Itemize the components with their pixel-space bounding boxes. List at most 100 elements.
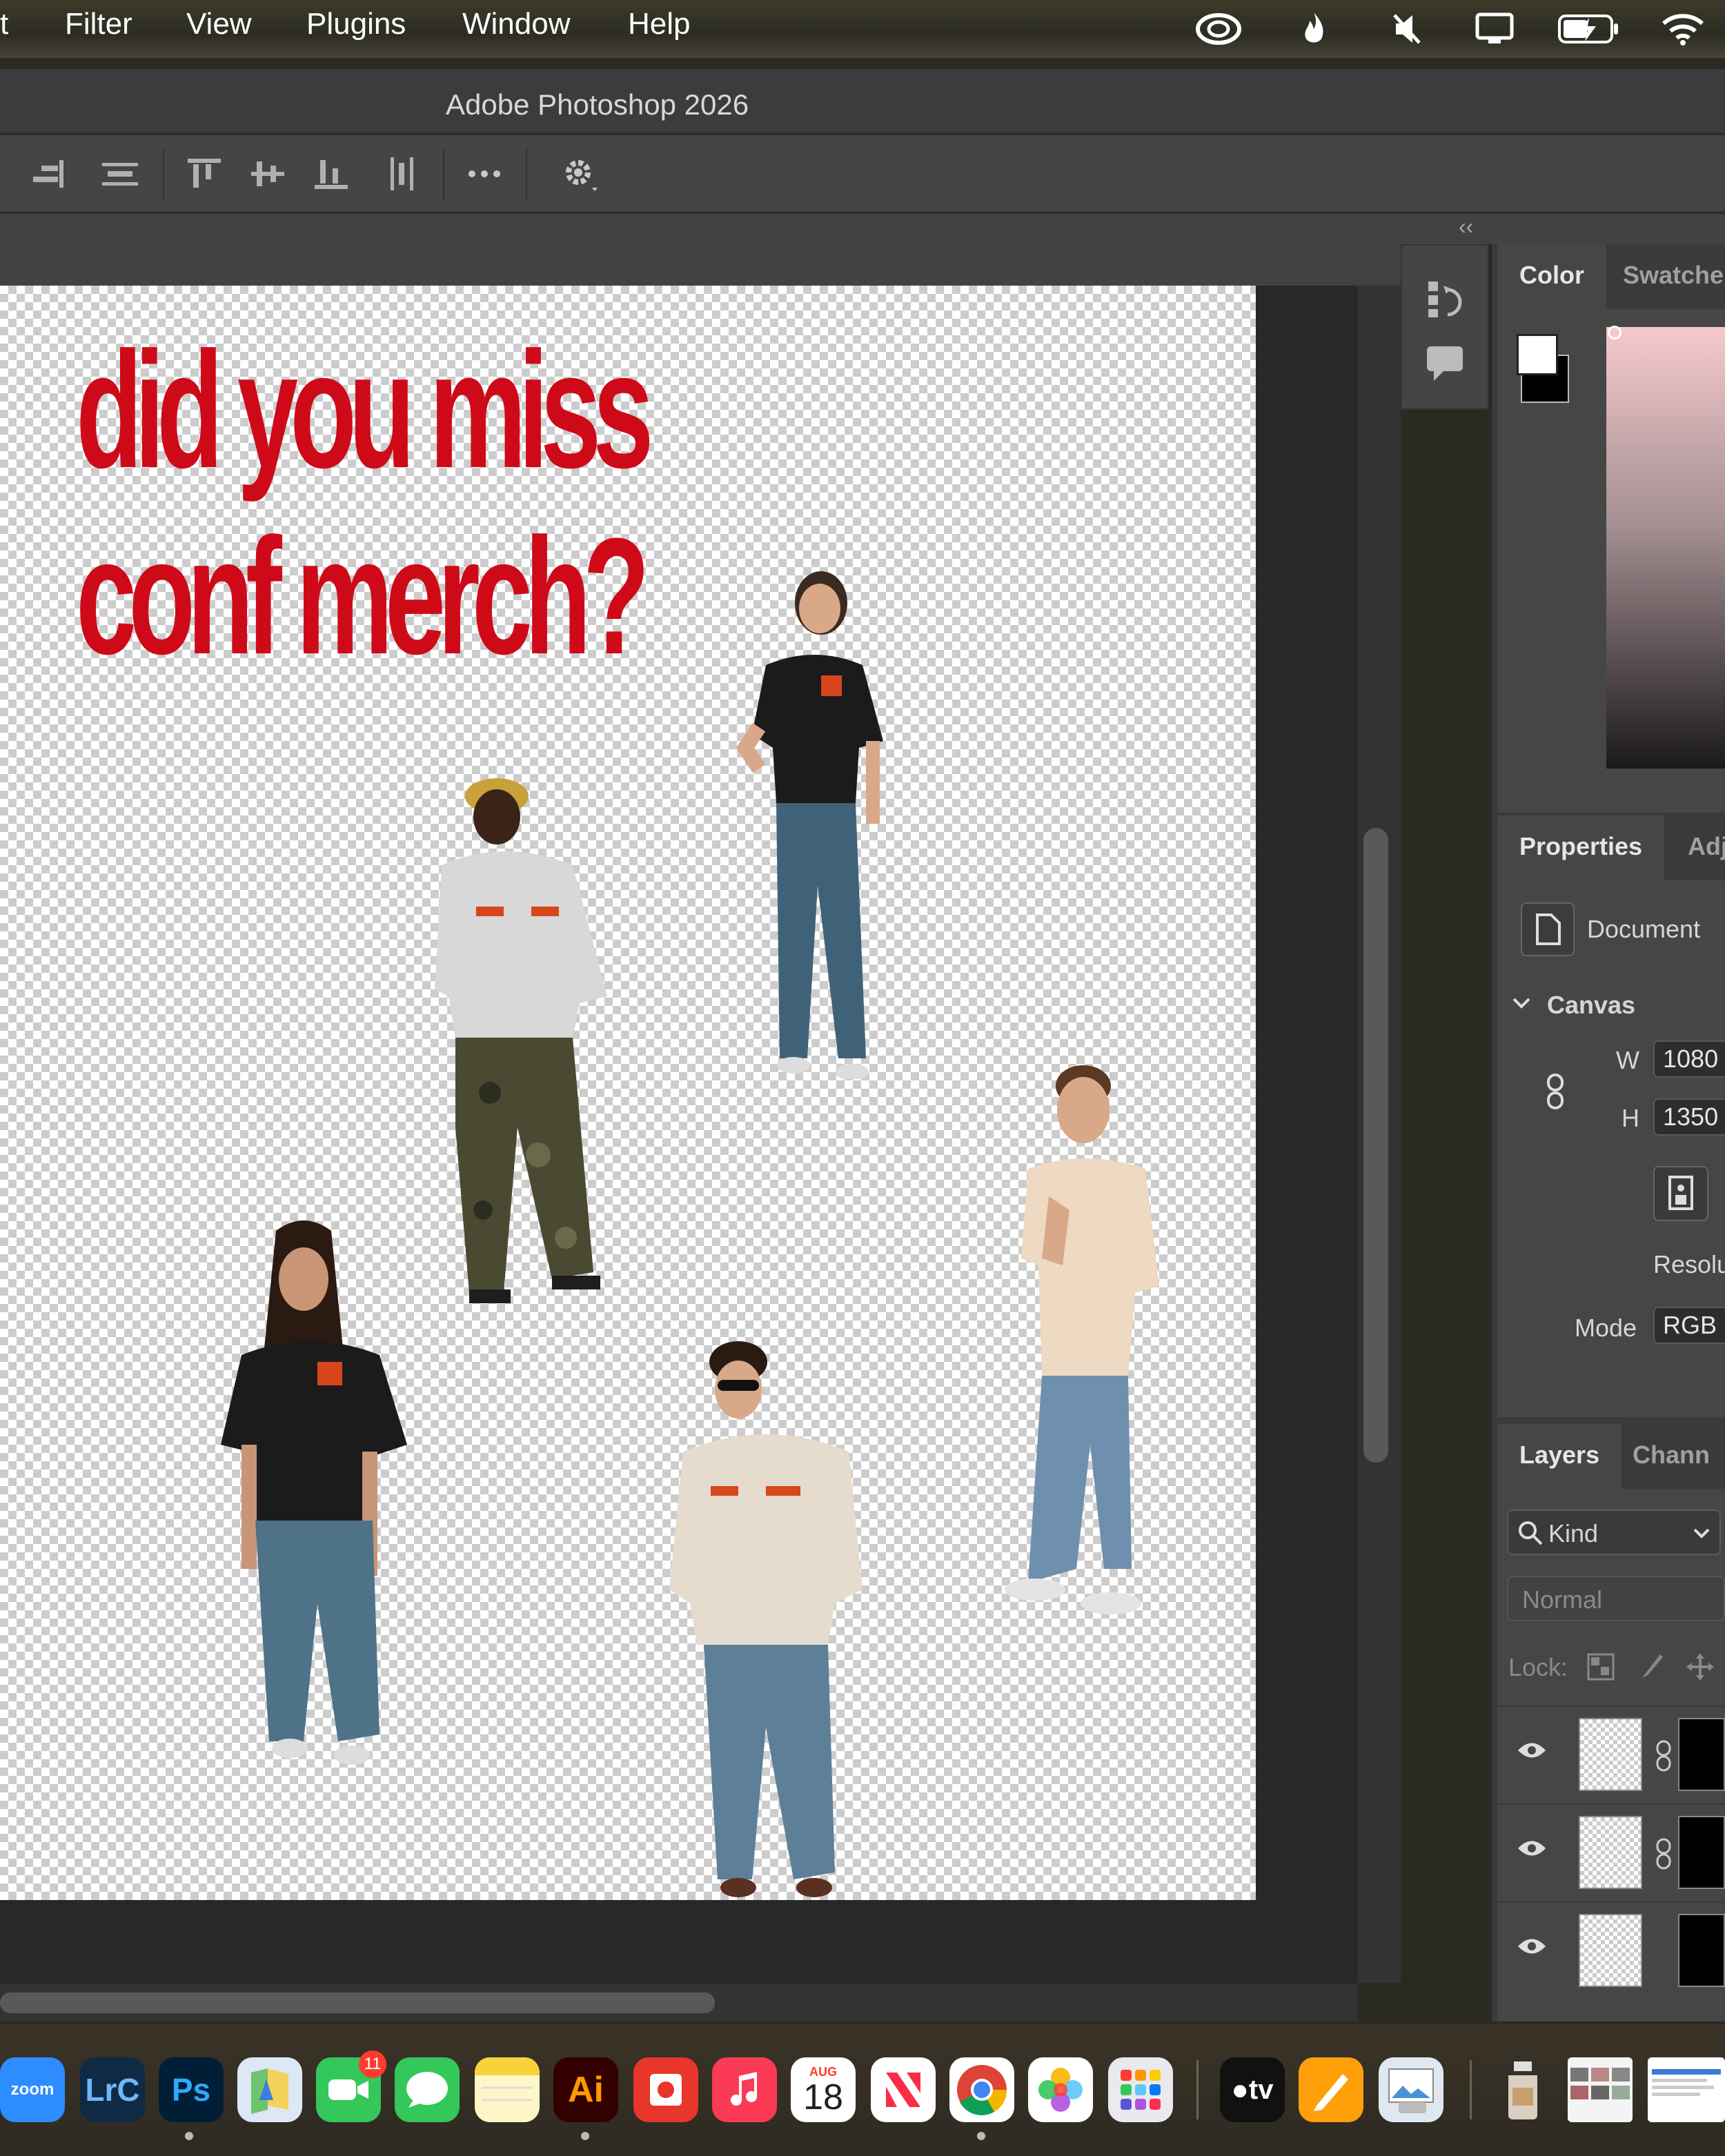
headline-line-1: did you miss [76, 317, 654, 502]
wifi-icon[interactable] [1659, 10, 1707, 48]
tab-swatches[interactable]: Swatche [1601, 244, 1725, 309]
align-bottom-edges-icon[interactable] [309, 152, 353, 196]
document-canvas[interactable]: did you miss conf merch? [0, 286, 1256, 1900]
comments-icon[interactable] [1423, 339, 1468, 388]
menu-item-help[interactable]: Help [628, 7, 691, 41]
orientation-portrait-icon[interactable] [1653, 1166, 1708, 1221]
blend-mode-select[interactable]: Normal [1507, 1576, 1725, 1621]
dock-separator [1196, 2060, 1199, 2119]
canvas-section-toggle[interactable] [1510, 991, 1533, 1020]
layer-thumbnail [1579, 1816, 1642, 1889]
menu-item-filter[interactable]: Filter [65, 7, 132, 41]
photoshop-app-icon[interactable]: Ps [159, 2057, 224, 2122]
eye-icon[interactable] [1517, 1838, 1547, 1862]
launchpad-app-icon[interactable] [1108, 2057, 1173, 2122]
lock-position-icon[interactable] [1685, 1652, 1715, 1685]
news-app-icon[interactable] [871, 2057, 936, 2122]
foreground-color-swatch[interactable] [1517, 334, 1558, 375]
photos-app-icon[interactable] [1028, 2057, 1093, 2122]
downloads-stack-icon[interactable] [1490, 2057, 1555, 2122]
history-icon[interactable] [1423, 276, 1468, 325]
color-picker-field[interactable] [1606, 327, 1725, 769]
blend-mode-value: Normal [1522, 1585, 1603, 1614]
apple-logo-icon: ● [1231, 2073, 1249, 2106]
zoom-app-icon[interactable]: zoom [0, 2057, 65, 2122]
menu-item-plugins[interactable]: Plugins [306, 7, 406, 41]
vertical-scrollbar-thumb[interactable] [1363, 828, 1388, 1463]
maps-app-icon[interactable] [237, 2057, 302, 2122]
tab-color[interactable]: Color [1497, 244, 1606, 309]
color-picker-handle[interactable] [1608, 326, 1621, 339]
display-icon[interactable] [1474, 10, 1515, 48]
gear-icon[interactable] [558, 152, 602, 196]
tab-properties[interactable]: Properties [1497, 815, 1665, 880]
lock-image-pixels-icon[interactable] [1635, 1652, 1666, 1685]
separator [443, 148, 444, 201]
lightroom-classic-app-icon[interactable]: LrC [80, 2057, 145, 2122]
window-title: Adobe Photoshop 2026 [446, 88, 749, 121]
layer-mask-link-icon[interactable] [1653, 1739, 1674, 1777]
panel-collapse-bar: ‹‹ [1401, 214, 1725, 244]
layer-row[interactable] [1497, 1705, 1725, 1801]
title-bar: Adobe Photoshop 2026 [0, 69, 1725, 134]
flame-icon[interactable] [1300, 10, 1328, 48]
layer-row[interactable] [1497, 1901, 1725, 1997]
layer-filter-label: Kind [1548, 1519, 1599, 1547]
lock-label: Lock: [1508, 1653, 1568, 1681]
distribute-horizontal-icon[interactable] [98, 152, 142, 196]
canvas-section-title: Canvas [1547, 991, 1636, 1019]
photo-booth-app-icon[interactable] [633, 2057, 698, 2122]
tab-channels[interactable]: Chann [1610, 1424, 1725, 1489]
menu-item-window[interactable]: Window [462, 7, 571, 41]
options-bar [0, 135, 1725, 212]
eye-icon[interactable] [1517, 1740, 1547, 1764]
illustrator-app-label: Ai [568, 2070, 604, 2110]
tab-adjustments[interactable]: Adj [1666, 815, 1725, 880]
layer-mask-thumbnail [1678, 1914, 1725, 1987]
menu-item-view[interactable]: View [186, 7, 252, 41]
layer-mask-link-icon[interactable] [1653, 1837, 1674, 1875]
chrome-app-icon[interactable] [949, 2057, 1014, 2122]
more-icon[interactable] [462, 152, 506, 196]
creative-cloud-icon[interactable] [1194, 10, 1243, 48]
notes-app-icon[interactable] [475, 2057, 540, 2122]
width-label: W [1616, 1046, 1639, 1074]
collapse-panels-icon[interactable]: ‹‹ [1459, 214, 1473, 239]
layer-filter-select[interactable]: Kind [1507, 1510, 1721, 1555]
properties-panel: Properties Adj Document Canvas W 1080 H … [1497, 815, 1725, 1417]
preview-app-icon[interactable] [1379, 2057, 1443, 2122]
pages-app-icon[interactable] [1299, 2057, 1363, 2122]
chevron-down-icon [1690, 1522, 1713, 1547]
align-vertical-centers-icon[interactable] [246, 152, 290, 196]
apple-tv-app-icon[interactable]: ● tv [1220, 2057, 1285, 2122]
mode-select[interactable]: RGB [1653, 1307, 1725, 1344]
color-panel: Color Swatche [1497, 244, 1725, 813]
eye-icon[interactable] [1517, 1936, 1547, 1960]
illustrator-app-icon[interactable]: Ai [553, 2057, 618, 2122]
headline-line-2: conf merch? [76, 504, 650, 689]
canvas-height-field[interactable]: 1350 [1653, 1098, 1725, 1136]
person-cutout-woman-glasses [736, 571, 883, 1079]
running-indicator [581, 2132, 589, 2140]
align-top-edges-icon[interactable] [182, 152, 226, 196]
distribute-vertical-icon[interactable] [379, 152, 424, 196]
link-dimensions-icon[interactable] [1543, 1071, 1568, 1116]
color-panel-tabs: Color Swatche [1497, 244, 1725, 309]
calendar-app-icon[interactable]: AUG 18 [791, 2057, 856, 2122]
music-app-icon[interactable] [712, 2057, 777, 2122]
horizontal-scrollbar-thumb[interactable] [0, 1992, 715, 2013]
battery-icon [1557, 10, 1620, 48]
mute-icon[interactable] [1391, 10, 1423, 48]
layer-row[interactable] [1497, 1803, 1725, 1899]
mode-label: Mode [1575, 1314, 1637, 1342]
running-indicator [185, 2132, 193, 2140]
recent-window-thumbnail[interactable] [1568, 2057, 1633, 2122]
tab-layers[interactable]: Layers [1497, 1424, 1622, 1489]
recent-window-thumbnail-2[interactable] [1648, 2057, 1725, 2122]
canvas-width-field[interactable]: 1080 [1653, 1040, 1725, 1078]
menu-item-edit[interactable]: t [0, 7, 8, 41]
lock-transparent-pixels-icon[interactable] [1586, 1652, 1616, 1685]
align-right-edges-icon[interactable] [26, 152, 70, 196]
messages-app-icon[interactable] [395, 2057, 460, 2122]
document-icon [1521, 902, 1575, 956]
